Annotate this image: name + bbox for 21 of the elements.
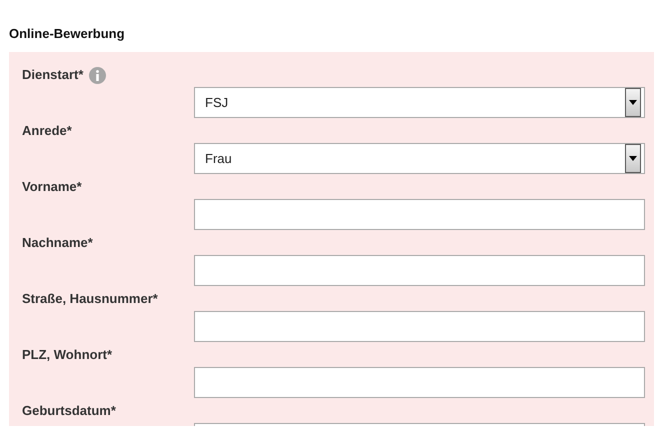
field-label: Dienstart* <box>22 66 84 84</box>
caret-icon <box>629 100 637 105</box>
caret-icon <box>629 156 637 161</box>
input-field[interactable] <box>194 255 645 286</box>
dropdown-value: Frau <box>205 150 232 168</box>
field-label: Vorname* <box>22 178 82 196</box>
input-field[interactable] <box>194 199 645 230</box>
field-label: Straße, Hausnummer* <box>22 290 158 308</box>
field-label: Geburtsdatum* <box>22 402 116 420</box>
field-label: Anrede* <box>22 122 72 140</box>
form-title: Online-Bewerbung <box>9 26 125 41</box>
info-icon[interactable] <box>89 66 106 84</box>
field-label: Nachname* <box>22 234 93 252</box>
field-label: PLZ, Wohnort* <box>22 346 112 364</box>
dropdown-arrow-button[interactable] <box>625 88 641 117</box>
dropdown-arrow-button[interactable] <box>625 144 641 173</box>
dropdown-field[interactable]: FSJ <box>194 87 645 118</box>
dropdown-value: FSJ <box>205 94 228 112</box>
input-field[interactable] <box>194 311 645 342</box>
input-field[interactable] <box>194 367 645 398</box>
dropdown-field[interactable]: Frau <box>194 143 645 174</box>
